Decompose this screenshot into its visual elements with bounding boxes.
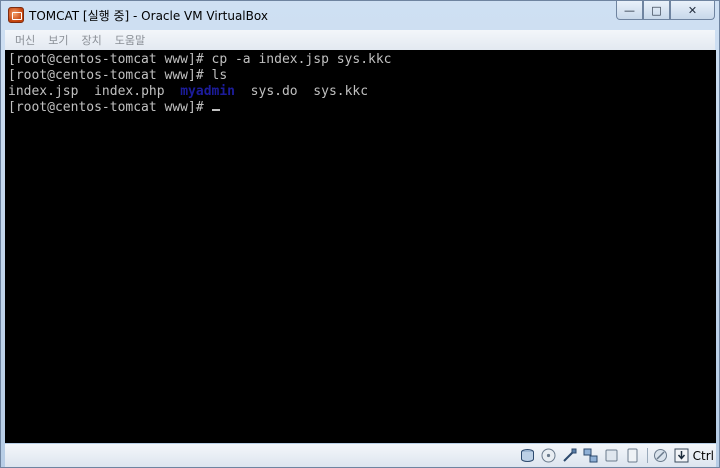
virtualbox-app-icon: [8, 7, 24, 23]
network-icon[interactable]: [583, 448, 599, 464]
file-entry: sys.kkc: [313, 84, 369, 99]
status-icons: Ctrl: [515, 447, 714, 464]
shell-prompt: [root@centos-tomcat www]#: [8, 52, 212, 67]
ls-output-line: index.jsp index.php myadmin sys.do sys.k…: [8, 84, 716, 100]
directory-entry: myadmin: [180, 84, 236, 99]
status-bar: Ctrl: [5, 444, 716, 467]
console-line: [root@centos-tomcat www]# ls: [8, 68, 716, 84]
close-button[interactable]: ✕: [670, 1, 715, 20]
maximize-icon: □: [651, 3, 662, 17]
minimize-icon: —: [624, 3, 635, 17]
minimize-button[interactable]: —: [616, 1, 643, 20]
host-key-label: Ctrl: [692, 448, 714, 463]
optical-drive-icon[interactable]: [541, 448, 557, 464]
usb-icon[interactable]: [562, 448, 578, 464]
text-cursor: [211, 109, 220, 111]
display-icon[interactable]: [625, 448, 641, 464]
file-entry: sys.do: [250, 84, 298, 99]
virtualbox-window: TOMCAT [실행 중] - Oracle VM VirtualBox — □…: [0, 0, 720, 468]
mouse-integration-icon[interactable]: [653, 448, 669, 464]
console-line: [root@centos-tomcat www]# cp -a index.js…: [8, 52, 716, 68]
keyboard-capture-icon[interactable]: [674, 448, 690, 464]
window-controls: — □ ✕: [616, 1, 715, 21]
shell-command: ls: [211, 68, 228, 83]
title-bar[interactable]: TOMCAT [실행 중] - Oracle VM VirtualBox — □…: [1, 1, 719, 29]
menu-view[interactable]: 보기: [48, 32, 68, 48]
menu-devices[interactable]: 장치: [82, 32, 102, 48]
status-divider: [646, 448, 648, 463]
shell-prompt: [root@centos-tomcat www]#: [8, 100, 212, 115]
file-entry: index.php: [94, 84, 165, 99]
menu-bar: 머신 보기 장치 도움말: [5, 30, 715, 50]
close-icon: ✕: [687, 3, 698, 17]
console-line: [root@centos-tomcat www]#: [8, 100, 716, 116]
file-entry: index.jsp: [8, 84, 79, 99]
shell-command: cp -a index.jsp sys.kkc: [211, 52, 392, 67]
maximize-button[interactable]: □: [643, 1, 670, 20]
vm-console-screen[interactable]: [root@centos-tomcat www]# cp -a index.js…: [5, 50, 716, 443]
hard-disk-icon[interactable]: [520, 448, 536, 464]
shell-prompt: [root@centos-tomcat www]#: [8, 68, 212, 83]
shared-folder-icon[interactable]: [604, 448, 620, 464]
menu-help[interactable]: 도움말: [115, 32, 145, 48]
window-title: TOMCAT [실행 중] - Oracle VM VirtualBox: [29, 9, 268, 23]
menu-machine[interactable]: 머신: [15, 32, 35, 48]
